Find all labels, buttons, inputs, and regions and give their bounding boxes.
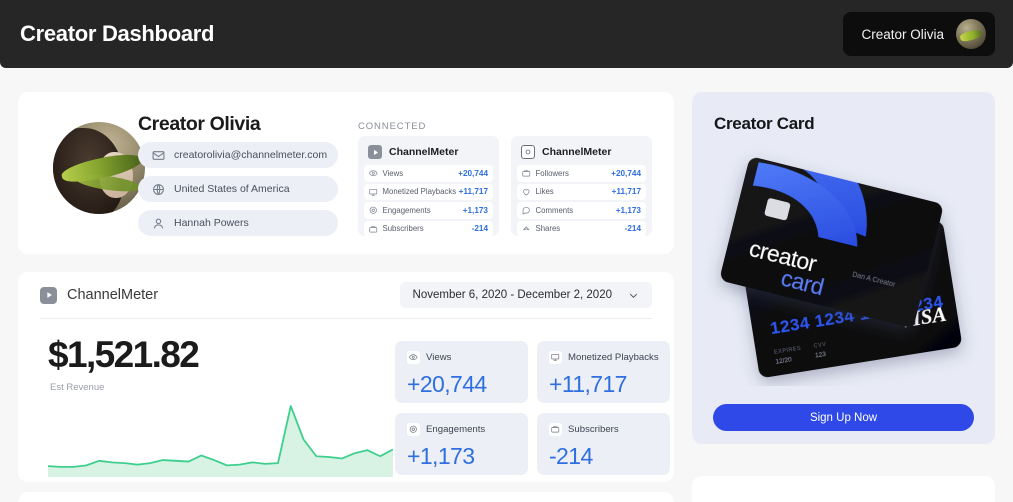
divider	[40, 318, 652, 319]
subscribers-icon	[369, 225, 378, 232]
metric-row: Likes +11,717	[517, 183, 646, 200]
connected-card-name: ChannelMeter	[389, 146, 459, 158]
subscribers-icon	[549, 423, 562, 436]
followers-icon	[522, 170, 531, 177]
share-icon	[523, 225, 530, 230]
top-videos-panel: Top Videos	[18, 492, 674, 502]
date-range-label: November 6, 2020 - December 2, 2020	[412, 289, 612, 301]
globe-icon	[153, 183, 164, 195]
profile-name: Creator Olivia	[138, 113, 261, 135]
eye-icon	[369, 170, 378, 177]
metric-value: -214	[624, 224, 641, 234]
profile-contact-pill[interactable]: Hannah Powers	[138, 210, 338, 236]
metric-row: Engagements +1,173	[364, 202, 493, 219]
revenue-source: ChannelMeter	[40, 286, 159, 304]
stat-label: Subscribers	[568, 424, 619, 435]
creator-card-title: Creator Card	[714, 114, 815, 133]
metric-row: Subscribers -214	[364, 220, 493, 237]
stat-label: Monetized Playbacks	[568, 352, 659, 363]
secondary-right-panel	[692, 476, 995, 502]
profile-email-text: creatorolivia@channelmeter.com	[174, 149, 328, 161]
metric-label: Views	[382, 168, 404, 178]
person-icon	[153, 218, 164, 228]
metric-row: Monetized Playbacks +11,717	[364, 183, 493, 200]
profile-contact-text: Hannah Powers	[174, 217, 249, 229]
stat-tile-engagements: Engagements +1,173	[395, 413, 528, 475]
metric-label: Likes	[535, 187, 554, 197]
metric-row: Views +20,744	[364, 165, 493, 182]
revenue-panel-header: ChannelMeter November 6, 2020 - December…	[18, 272, 674, 318]
connected-card-youtube: ChannelMeter Views +20,744 Monetized Pla…	[358, 136, 499, 237]
connected-card-instagram: ChannelMeter Followers +20,744 Likes +11…	[511, 136, 652, 237]
stat-header: Monetized Playbacks	[549, 351, 659, 364]
metric-value: +20,744	[458, 168, 488, 178]
monitor-icon	[369, 188, 378, 196]
mail-icon	[152, 150, 165, 160]
stat-value: +1,173	[407, 443, 475, 469]
connected-card-header: ChannelMeter	[517, 142, 646, 165]
metric-value: +1,173	[615, 205, 641, 215]
creator-card-panel: Creator Card 1234 1234 1234 1234 EXPIRES…	[692, 92, 995, 444]
stat-tile-subscribers: Subscribers -214	[537, 413, 670, 475]
metric-row: Shares -214	[517, 220, 646, 237]
metric-label: Comments	[535, 205, 574, 215]
sign-up-now-label: Sign Up Now	[809, 411, 878, 424]
youtube-play-icon	[40, 286, 57, 304]
metric-label: Shares	[535, 224, 561, 234]
metric-label: Followers	[535, 168, 569, 178]
metric-value: +11,717	[611, 187, 641, 197]
profile-photo-avatar	[53, 122, 145, 214]
heart-icon	[523, 188, 530, 196]
metric-row: Followers +20,744	[517, 165, 646, 182]
top-header-bar: Creator Dashboard Creator Olivia	[0, 0, 1013, 68]
stat-value: +20,744	[407, 371, 487, 397]
metric-value: +11,717	[458, 187, 488, 197]
stat-tile-views: Views +20,744	[395, 341, 528, 403]
creator-card-artwork: 1234 1234 1234 1234 EXPIRES 12/20 CVV 12…	[720, 156, 962, 378]
stat-label: Views	[426, 352, 452, 363]
connected-card-header: ChannelMeter	[364, 142, 493, 165]
revenue-sparkline-chart	[48, 405, 393, 477]
revenue-panel: ChannelMeter November 6, 2020 - December…	[18, 272, 674, 482]
revenue-source-name: ChannelMeter	[67, 287, 159, 303]
stat-label: Engagements	[426, 424, 486, 435]
user-menu-button[interactable]: Creator Olivia	[843, 12, 995, 56]
profile-country-text: United States of America	[174, 183, 290, 195]
date-range-selector[interactable]: November 6, 2020 - December 2, 2020	[399, 282, 652, 308]
metric-value: +20,744	[611, 168, 641, 178]
revenue-caption: Est Revenue	[50, 382, 105, 393]
metric-row: Comments +1,173	[517, 202, 646, 219]
chevron-down-icon	[629, 293, 638, 298]
connected-section-label: CONNECTED	[358, 121, 427, 132]
stat-value: +11,717	[549, 371, 627, 397]
metric-label: Subscribers	[382, 224, 424, 234]
profile-country-pill[interactable]: United States of America	[138, 176, 338, 202]
instagram-icon	[521, 145, 535, 159]
metric-label: Monetized Playbacks	[382, 187, 457, 197]
connected-card-name: ChannelMeter	[542, 146, 612, 158]
user-avatar	[956, 19, 986, 49]
stat-header: Views	[407, 351, 516, 364]
monitor-icon	[549, 351, 562, 364]
page-title: Creator Dashboard	[20, 21, 215, 46]
comment-icon	[522, 207, 530, 215]
stat-tile-monetized-playbacks: Monetized Playbacks +11,717	[537, 341, 670, 403]
metric-value: -214	[471, 224, 488, 234]
stat-header: Engagements	[407, 423, 516, 436]
user-menu-label: Creator Olivia	[861, 26, 944, 42]
sign-up-now-button[interactable]: Sign Up Now	[713, 404, 974, 431]
stat-value: -214	[549, 443, 593, 469]
engagement-icon	[407, 423, 420, 436]
youtube-play-icon	[368, 145, 382, 159]
metric-label: Engagements	[382, 205, 431, 215]
metric-value: +1,173	[462, 205, 488, 215]
eye-icon	[407, 351, 420, 364]
dashboard-page: Creator Dashboard Creator Olivia Creator…	[0, 0, 1013, 502]
profile-email-pill[interactable]: creatorolivia@channelmeter.com	[138, 142, 338, 168]
revenue-amount: $1,521.82	[48, 334, 200, 375]
stat-header: Subscribers	[549, 423, 658, 436]
engagement-icon	[369, 206, 377, 214]
